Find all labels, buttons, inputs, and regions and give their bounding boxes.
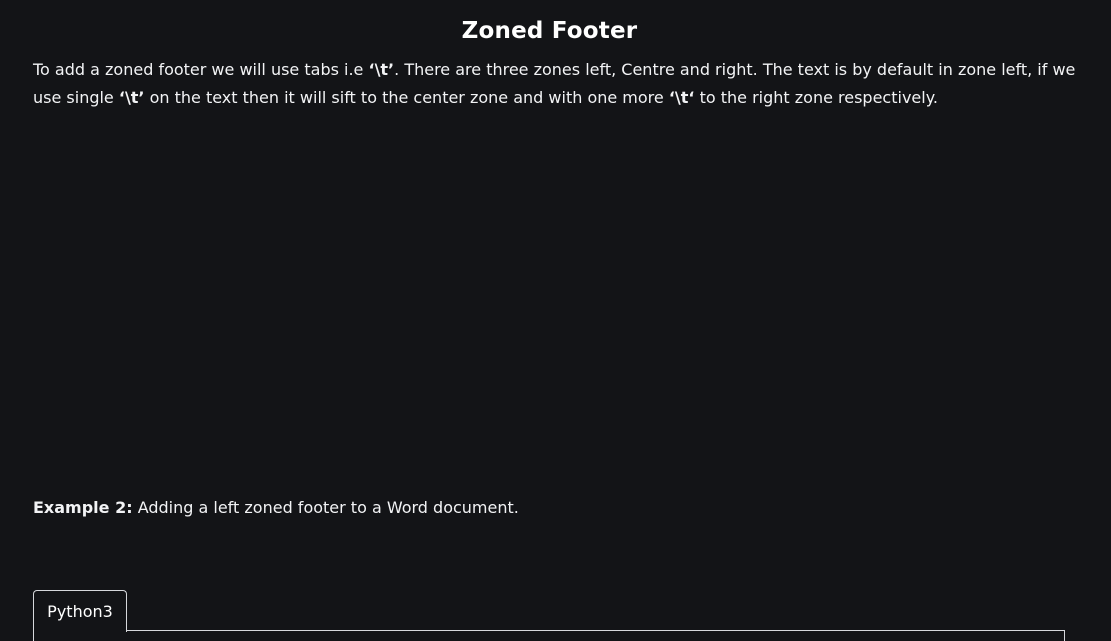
description-text-4: to the right zone respectively. xyxy=(694,88,938,107)
section-heading: Zoned Footer xyxy=(461,18,638,44)
description-text-1: To add a zoned footer we will use tabs i… xyxy=(33,60,369,79)
article-page: Zoned Footer To add a zoned footer we wi… xyxy=(0,0,1111,641)
code-block xyxy=(33,630,1065,641)
zoned-footer-description: To add a zoned footer we will use tabs i… xyxy=(33,56,1078,112)
description-text-3: on the text then it will sift to the cen… xyxy=(144,88,669,107)
example-text: Adding a left zoned footer to a Word doc… xyxy=(132,498,519,517)
tab-character-code: ‘\t‘ xyxy=(668,88,695,107)
tab-character-code: ‘\t’ xyxy=(368,60,395,79)
example-caption: Example 2: Adding a left zoned footer to… xyxy=(33,496,519,520)
example-label: Example 2: xyxy=(33,498,133,517)
tab-character-code: ‘\t’ xyxy=(118,88,145,107)
code-tab-python3[interactable]: Python3 xyxy=(33,590,127,632)
